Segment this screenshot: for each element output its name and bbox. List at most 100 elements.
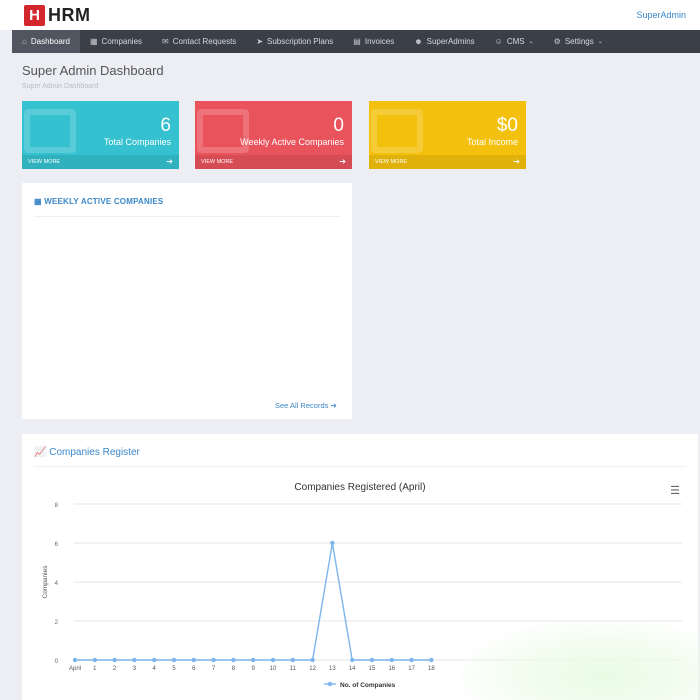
data-point [92, 657, 98, 663]
nav-label: CMS [506, 37, 525, 46]
stat-value: 6 [160, 115, 171, 136]
y-tick-label: 8 [55, 503, 59, 509]
data-point [72, 657, 78, 663]
legend-label: No. of Companies [340, 682, 396, 689]
x-tick-label: 4 [153, 666, 157, 672]
x-tick-label: 9 [252, 666, 256, 672]
nav-label: Subscription Plans [267, 37, 334, 46]
building-icon [24, 109, 76, 153]
y-axis-label: Companies [42, 565, 49, 599]
nav-label: Settings [564, 37, 594, 46]
data-point [231, 657, 236, 663]
see-all-label: See All Records [275, 401, 329, 410]
nav-item-companies[interactable]: ▦ Companies [80, 30, 152, 53]
x-tick-label: 6 [192, 666, 196, 672]
x-tick-label: 1 [93, 666, 97, 672]
stat-card-total-income: $0 Total Income VIEW MORE ➔ [369, 101, 526, 169]
data-point [429, 657, 434, 663]
y-tick-label: 2 [55, 620, 59, 626]
view-more-label: VIEW MORE [375, 159, 408, 165]
data-point [310, 657, 315, 663]
data-point [132, 657, 137, 663]
x-tick-label: 5 [172, 666, 176, 672]
chevron-down-icon: ⌄ [597, 39, 603, 45]
x-tick-label: 3 [133, 666, 137, 672]
stat-value: 0 [333, 115, 344, 136]
x-tick-label: 17 [408, 666, 415, 672]
breadcrumb: Super Admin Dashboard [22, 83, 99, 90]
grid-icon: ▦ [89, 37, 98, 46]
data-point [369, 657, 375, 663]
data-point [191, 657, 196, 663]
nav-item-dashboard[interactable]: ⌂ Dashboard [12, 30, 80, 53]
main-nav: ⌂ Dashboard ▦ Companies ✉ Contact Reques… [12, 30, 700, 53]
user-menu[interactable]: SuperAdmin [636, 10, 686, 20]
nav-label: SuperAdmins [426, 37, 475, 46]
x-tick-label: 13 [329, 666, 336, 672]
data-point [112, 657, 117, 663]
user-icon: ☻ [414, 37, 423, 46]
data-point [251, 657, 256, 663]
view-more-label: VIEW MORE [201, 159, 234, 165]
data-point [211, 657, 216, 663]
page-title: Super Admin Dashboard [22, 63, 164, 78]
divider [34, 216, 340, 217]
x-tick-label: 18 [428, 666, 435, 672]
nav-item-superadmins[interactable]: ☻ SuperAdmins [404, 30, 484, 53]
nav-item-settings[interactable]: ⚙ Settings ⌄ [544, 30, 613, 53]
nav-item-invoices[interactable]: ▤ Invoices [343, 30, 404, 53]
nav-label: Dashboard [30, 37, 70, 46]
x-tick-label: 8 [232, 666, 236, 672]
data-point [152, 657, 157, 663]
logo-mark: H [24, 5, 45, 26]
data-point [290, 657, 295, 663]
envelope-icon: ✉ [162, 37, 169, 46]
grid-icon: ▦ [34, 197, 45, 206]
top-bar: H HRM SuperAdmin [0, 0, 700, 30]
nav-label: Invoices [364, 37, 395, 46]
nav-item-cms[interactable]: ☺ CMS ⌄ [485, 30, 544, 53]
nav-item-subscription-plans[interactable]: ➤ Subscription Plans [246, 30, 343, 53]
x-tick-label: April [69, 666, 81, 672]
stat-card-total-companies: 6 Total Companies VIEW MORE ➔ [22, 101, 179, 169]
x-tick-label: 2 [113, 666, 117, 672]
stat-value: $0 [496, 115, 518, 136]
arrow-circle-right-icon: ➔ [166, 157, 173, 166]
data-point [270, 657, 276, 663]
y-tick-label: 4 [55, 581, 59, 587]
panel-title: ▦ WEEKLY ACTIVE COMPANIES [34, 197, 163, 206]
see-all-records-link[interactable]: See All Records ➔ [275, 401, 337, 410]
stat-label: Total Income [466, 137, 518, 147]
data-point [171, 657, 177, 663]
app-logo[interactable]: H HRM [24, 5, 91, 26]
arrow-circle-right-icon: ➔ [339, 157, 346, 166]
gear-icon: ⚙ [553, 37, 561, 46]
y-tick-label: 6 [55, 542, 59, 548]
file-icon: ▤ [353, 37, 361, 46]
series-line [75, 542, 432, 661]
view-more-link[interactable]: VIEW MORE ➔ [22, 155, 179, 169]
view-more-link[interactable]: VIEW MORE ➔ [369, 155, 526, 169]
companies-register-panel: 📈 Companies Register Companies Registere… [22, 434, 698, 700]
money-icon [371, 109, 423, 153]
arrow-circle-right-icon: ➔ [330, 401, 337, 410]
nav-item-contact-requests[interactable]: ✉ Contact Requests [152, 30, 246, 53]
x-tick-label: 10 [270, 666, 277, 672]
home-icon: ⌂ [22, 37, 27, 46]
x-tick-label: 12 [309, 666, 316, 672]
arrow-circle-right-icon: ➔ [513, 157, 520, 166]
x-tick-label: 16 [388, 666, 395, 672]
x-tick-label: 14 [349, 666, 356, 672]
stat-card-weekly-active: 0 Weekly Active Companies VIEW MORE ➔ [195, 101, 352, 169]
view-more-link[interactable]: VIEW MORE ➔ [195, 155, 352, 169]
logo-text: HRM [48, 5, 91, 25]
y-tick-label: 0 [55, 659, 59, 665]
x-tick-label: 7 [212, 666, 216, 672]
panel-title-text: WEEKLY ACTIVE COMPANIES [44, 197, 164, 206]
legend-marker [327, 681, 333, 687]
data-point [350, 657, 355, 663]
data-point [389, 657, 394, 663]
weekly-active-panel: ▦ WEEKLY ACTIVE COMPANIES [22, 183, 352, 419]
nav-label: Contact Requests [172, 37, 237, 46]
person-icon: ☺ [494, 37, 503, 46]
